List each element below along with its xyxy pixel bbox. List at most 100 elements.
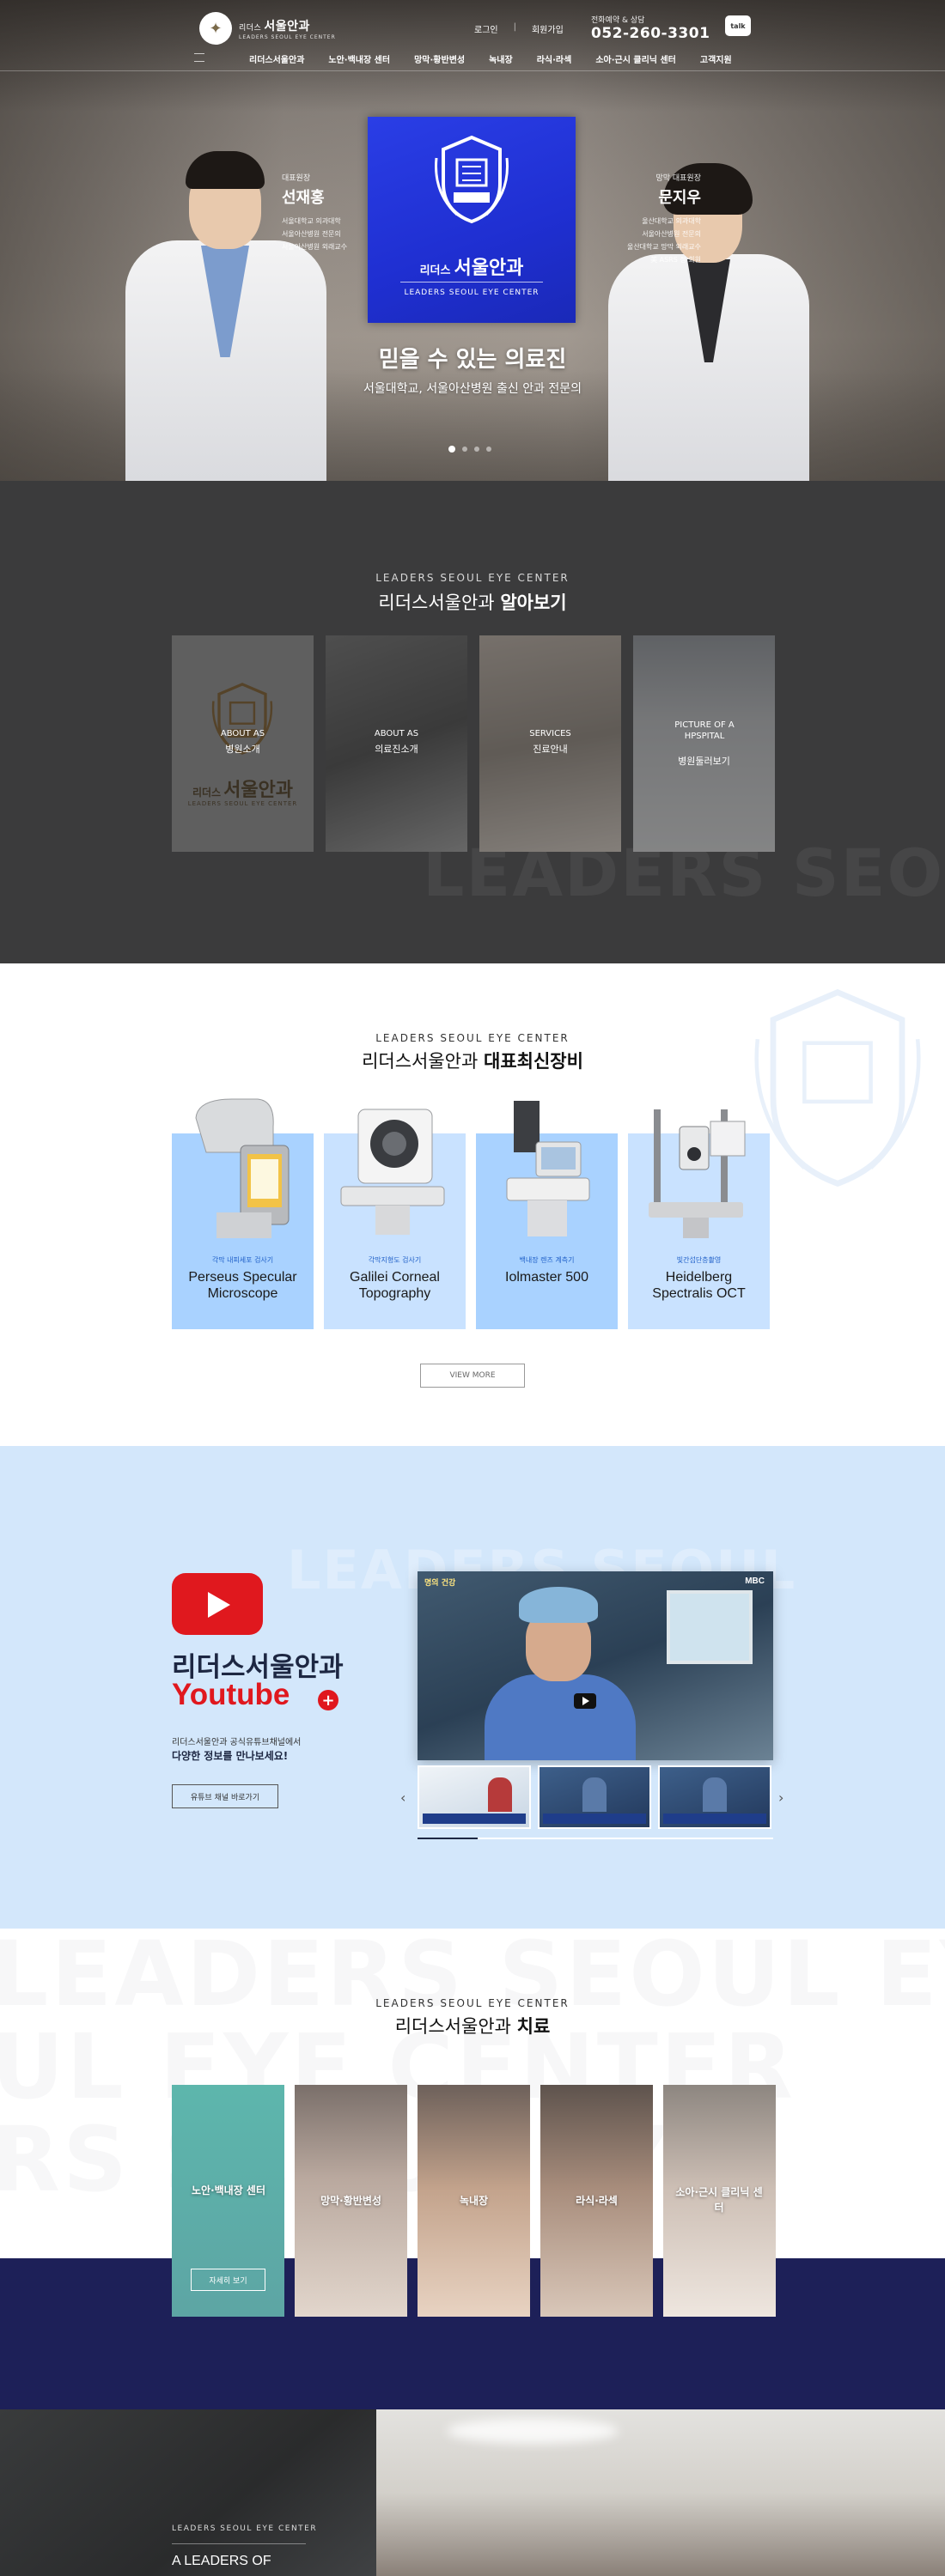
equipment-card[interactable]: 각막지형도 검사기 Galilei Corneal Topography <box>324 1092 466 1329</box>
treatment-card-pediatric[interactable]: 소아·근시 클리닉 센터 <box>663 2085 776 2317</box>
banner-title: A LEADERS OF <box>172 2554 271 2568</box>
title-text: 리더스서울안과 <box>394 2016 517 2037</box>
youtube-video-player[interactable]: 명의 건강 MBC <box>418 1571 773 1760</box>
equipment-card[interactable]: 백내장 렌즈 계측기 Iolmaster 500 <box>476 1092 618 1329</box>
treatment-label: 라식·라섹 <box>576 2195 618 2207</box>
hamburger-menu-icon[interactable] <box>194 53 204 62</box>
phone-contact[interactable]: 전화예약 & 상담 052-260-3301 <box>591 14 710 42</box>
progress-fill <box>418 1838 479 1839</box>
career-line: 서울아산병원 전문의 <box>642 230 701 238</box>
left-doctor-career: 서울대학교 의과대학 서울아산병원 전문의 서울아산병원 외래교수 <box>282 215 376 253</box>
card-en-label: SERVICES <box>529 729 571 738</box>
main-navigation: 리더스서울안과 노안·백내장 센터 망막·황반변성 녹내장 라식·라섹 소아·근… <box>0 48 945 72</box>
logo-emblem-icon: ✦ <box>199 12 232 45</box>
video-thumbnail[interactable] <box>418 1765 531 1829</box>
card-ko-label: 진료안내 <box>533 744 568 755</box>
nav-item-pediatric[interactable]: 소아·근시 클리닉 센터 <box>583 52 688 65</box>
title-text: 리더스서울안과 <box>362 1051 484 1072</box>
youtube-logo-icon <box>172 1573 263 1635</box>
video-slider-progress <box>418 1838 773 1839</box>
equipment-name: Galilei Corneal Topography <box>350 1270 440 1301</box>
title-bold: 대표최신장비 <box>484 1051 583 1072</box>
slider-dot[interactable] <box>448 446 455 453</box>
equipment-eyebrow: LEADERS SEOUL EYE CENTER <box>375 1032 570 1044</box>
equipment-card[interactable]: 빛간섭단층촬영 Heidelberg Spectralis OCT <box>628 1092 770 1329</box>
lobby-photo-left <box>0 2409 376 2576</box>
phone-label: 전화예약 & 상담 <box>591 16 645 25</box>
topography-machine-icon <box>340 1109 445 1235</box>
about-section: LEADERS SEOUL LEADERS SEOUL EYE CENTER 리… <box>0 481 945 963</box>
login-link[interactable]: 로그인 <box>474 22 498 35</box>
logo-subtitle: LEADERS SEOUL EYE CENTER <box>239 33 336 40</box>
details-button[interactable]: 자세히 보기 <box>191 2269 265 2291</box>
equipment-section: LEADERS SEOUL EYE CENTER 리더스서울안과 대표최신장비 … <box>0 963 945 1446</box>
microscope-machine-icon <box>195 1098 290 1238</box>
card-ko-label: 병원소개 <box>225 744 260 755</box>
career-line: 서울대학교 의과대학 <box>282 217 341 225</box>
video-thumbnail-list <box>418 1765 771 1829</box>
career-line: 서울아산병원 전문의 <box>282 230 341 238</box>
video-person <box>485 1674 636 1760</box>
treatment-card-retina[interactable]: 망막·황반변성 <box>295 2085 407 2317</box>
video-program-tag: 명의 건강 <box>424 1579 456 1588</box>
treatment-card-presbyopia[interactable]: 노안·백내장 센터 자세히 보기 <box>172 2085 284 2317</box>
about-card-doctors[interactable]: ABOUT AS 의료진소개 <box>326 635 467 852</box>
clinic-sign: 리더스 서울안과 LEADERS SEOUL EYE CENTER <box>368 117 576 323</box>
treatment-card-lasik[interactable]: 라식·라섹 <box>540 2085 653 2317</box>
slider-dot[interactable] <box>486 447 491 452</box>
equipment-card[interactable]: 각막 내피세포 검사기 Perseus Specular Microscope <box>172 1092 314 1329</box>
intro-banner-section: LEADERS SEOUL EYE CENTER A LEADERS OF <box>0 2409 945 2576</box>
video-thumbnail[interactable] <box>658 1765 771 1829</box>
nav-item-retina[interactable]: 망막·황반변성 <box>402 52 477 65</box>
chevron-right-icon[interactable]: › <box>778 1789 783 1806</box>
treatment-title: 리더스서울안과 치료 <box>0 2013 945 2038</box>
video-thumbnail[interactable] <box>538 1765 651 1829</box>
kakao-talk-button[interactable]: talk <box>725 15 751 36</box>
video-monitor <box>667 1590 753 1664</box>
card-en-label: ABOUT AS <box>220 729 265 738</box>
treatment-label: 소아·근시 클리닉 센터 <box>675 2186 763 2214</box>
nav-item-glaucoma[interactable]: 녹내장 <box>477 52 525 65</box>
slider-pagination <box>448 446 491 453</box>
ceiling-light <box>447 2418 619 2444</box>
nav-item-lasik[interactable]: 라식·라섹 <box>525 52 584 65</box>
chevron-left-icon[interactable]: ‹ <box>400 1789 405 1806</box>
treatment-label: 망막·황반변성 <box>320 2195 381 2207</box>
treatment-card-glaucoma[interactable]: 녹내장 <box>418 2085 530 2317</box>
card-overlay <box>633 635 775 852</box>
about-card-tour[interactable]: PICTURE OF A HPSPITAL 병원둘러보기 <box>633 635 775 852</box>
signup-link[interactable]: 회원가입 <box>532 22 564 35</box>
view-more-button[interactable]: VIEW MORE <box>420 1364 525 1388</box>
equipment-category: 각막지형도 검사기 <box>368 1256 422 1264</box>
about-title: 리더스서울안과 알아보기 <box>0 589 945 615</box>
about-card-services[interactable]: SERVICES 진료안내 <box>479 635 621 852</box>
plus-icon[interactable]: + <box>318 1690 338 1710</box>
nav-item-about[interactable]: 리더스서울안과 <box>237 52 316 65</box>
youtube-channel-button[interactable]: 유튜브 채널 바로가기 <box>172 1784 278 1808</box>
right-doctor-name: 문지우 <box>658 189 701 207</box>
left-doctor-info: 대표원장 선재홍 서울대학교 의과대학 서울아산병원 전문의 서울아산병원 외래… <box>282 172 376 253</box>
about-eyebrow: LEADERS SEOUL EYE CENTER <box>375 572 570 584</box>
site-logo[interactable]: ✦ 리더스 서울안과 LEADERS SEOUL EYE CENTER <box>199 12 336 45</box>
video-broadcaster-badge: MBC <box>745 1577 765 1586</box>
youtube-section: LEADERS SEOUL 리더스서울안과 Youtube + 리더스서울안과 … <box>0 1446 945 1929</box>
sign-divider <box>400 282 543 283</box>
slider-dot[interactable] <box>474 447 479 452</box>
video-play-icon[interactable] <box>574 1693 596 1709</box>
nav-item-presbyopia-cataract[interactable]: 노안·백내장 센터 <box>316 52 402 65</box>
nav-item-support[interactable]: 고객지원 <box>688 52 744 65</box>
career-line: 서울아산병원 외래교수 <box>282 243 348 251</box>
oct-machine-icon <box>649 1109 746 1238</box>
nav-divider <box>0 70 945 71</box>
equipment-category: 백내장 렌즈 계측기 <box>519 1256 575 1264</box>
card-ko-label: 병원둘러보기 <box>678 756 730 767</box>
slider-dot[interactable] <box>462 447 467 452</box>
equipment-card-list: 각막 내피세포 검사기 Perseus Specular Microscope … <box>172 1092 770 1329</box>
about-card-hospital[interactable]: 리더스 서울안과 LEADERS SEOUL EYE CENTER ABOUT A… <box>172 635 314 852</box>
banner-divider <box>172 2543 306 2544</box>
title-bold: 치료 <box>516 2016 551 2037</box>
biometer-machine-icon <box>506 1101 590 1236</box>
sign-subtitle: LEADERS SEOUL EYE CENTER <box>404 289 540 297</box>
banner-eyebrow: LEADERS SEOUL EYE CENTER <box>172 2524 318 2533</box>
treatment-section: LEADERS SEOUL EYE UL EYE CENTER RS SEOUL… <box>0 1929 945 2409</box>
